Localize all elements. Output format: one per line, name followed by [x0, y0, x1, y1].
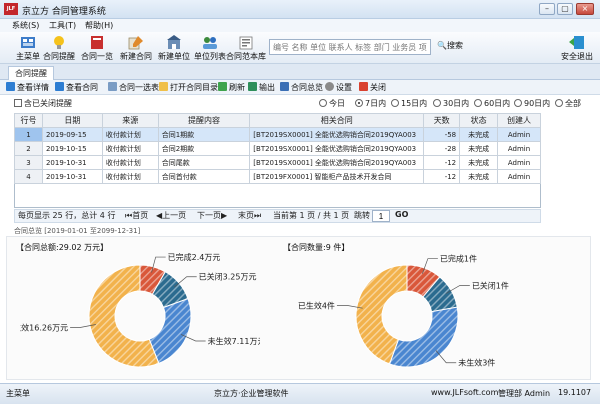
slice-label: 已生效16.26万元	[20, 322, 68, 332]
bell-icon	[50, 35, 68, 50]
status-company: 京立方·企业管理软件	[214, 389, 289, 398]
slice-label: 已完成2.4万元	[168, 252, 221, 262]
toolbar-label: 合同范本库	[226, 52, 266, 61]
table-row[interactable]: 1 2019-09-15 收付款计划 合同1期款 [BT2019SX0001] …	[14, 127, 541, 142]
table-row[interactable]: 3 2019-10-31 收付款计划 合同尾款 [BT2019SX0001] 全…	[14, 155, 541, 170]
template-icon	[237, 35, 255, 50]
new-contract-icon	[127, 35, 145, 50]
go-button[interactable]: GO	[395, 210, 408, 219]
menu-system[interactable]: 系统(S)	[12, 20, 39, 31]
table-header: 行号 日期 来源 提醒内容 相关合同 天数 状态 创建人	[14, 113, 541, 128]
contract-list-button[interactable]: 合同一选表	[108, 82, 159, 93]
slice-label: 未生效3件	[458, 358, 495, 368]
status-user: 管理部 Admin	[498, 389, 551, 398]
toolbar-label: 安全退出	[561, 52, 593, 61]
app-logo: JLF	[4, 3, 18, 15]
amount-donut-chart: 已完成2.4万元已关闭3.25万元未生效7.11万元 已生效16.26万元	[20, 252, 260, 368]
close-window-button[interactable]: ×	[576, 3, 594, 15]
radio-60days[interactable]: 60日内	[474, 98, 510, 109]
radio-today[interactable]: 今日	[319, 98, 345, 109]
page-position: 当前第 1 页 / 共 1 页	[273, 211, 350, 220]
close-button[interactable]: 关闭	[359, 82, 386, 93]
jump-label: 跳转	[354, 211, 370, 220]
exit-icon	[568, 35, 586, 50]
eye-icon	[55, 82, 64, 91]
toolbar-template-library[interactable]: 合同范本库	[224, 33, 268, 63]
stats-range: 合同总览 [2019-01-01 至2099-12-31]	[14, 227, 141, 235]
window-title: 京立方 合同管理系统	[22, 7, 106, 17]
tab-strip	[0, 64, 600, 80]
slice-label: 已完成1件	[440, 254, 477, 264]
status-url[interactable]: www.JLFsoft.com	[431, 388, 498, 397]
count-donut-chart: 已完成1件已关闭1件未生效3件 已生效4件	[298, 254, 509, 368]
next-page-icon: ▶	[221, 211, 228, 220]
tab-contract-reminder[interactable]: 合同提醒	[8, 66, 54, 80]
open-folder-button[interactable]: 打开合同目录	[159, 82, 218, 93]
col-header-content[interactable]: 提醒内容	[157, 113, 251, 128]
col-header-contract[interactable]: 相关合同	[249, 113, 425, 128]
home-icon	[19, 35, 37, 50]
pager-summary: 每页显示 25 行，总计 4 行	[18, 211, 116, 220]
new-company-icon	[165, 35, 183, 50]
col-header-date[interactable]: 日期	[41, 113, 103, 128]
contract-overview-button[interactable]: 合同总览	[280, 82, 323, 93]
search-input[interactable]	[269, 39, 431, 55]
include-closed-checkbox[interactable]: 含已关闭提醒	[14, 98, 72, 109]
menu-help[interactable]: 帮助(H)	[85, 20, 113, 31]
minimize-button[interactable]: –	[539, 3, 555, 15]
list-icon	[108, 82, 117, 91]
radio-15days[interactable]: 15日内	[391, 98, 427, 109]
export-icon	[248, 82, 257, 91]
col-header-status[interactable]: 状态	[459, 113, 499, 128]
status-version: 19.1107	[558, 388, 592, 397]
radio-90days[interactable]: 90日内	[514, 98, 550, 109]
radio-30days[interactable]: 30日内	[433, 98, 469, 109]
last-page-button[interactable]: 末页⏭	[238, 210, 261, 221]
col-header-days[interactable]: 天数	[423, 113, 461, 128]
eye-icon	[6, 82, 15, 91]
gear-icon	[325, 82, 334, 91]
search-icon: 🔍	[437, 41, 447, 50]
company-list-icon	[201, 35, 219, 50]
radio-all[interactable]: 全部	[555, 98, 581, 109]
slice-label: 已关闭1件	[472, 281, 509, 291]
donut-slice[interactable]	[388, 306, 459, 368]
slice-label: 未生效7.11万元	[208, 336, 260, 346]
status-main-menu[interactable]: 主菜单	[6, 388, 30, 399]
slice-label: 已关闭3.25万元	[199, 272, 257, 282]
reminder-table: 行号 日期 来源 提醒内容 相关合同 天数 状态 创建人 1 2019-09-1…	[14, 113, 541, 184]
table-row[interactable]: 2 2019-10-15 收付款计划 合同2期款 [BT2019SX0001] …	[14, 141, 541, 156]
col-header-source[interactable]: 来源	[101, 113, 159, 128]
menu-tools[interactable]: 工具(T)	[49, 20, 76, 31]
exit-button[interactable]: 安全退出	[558, 33, 596, 63]
folder-icon	[159, 82, 168, 91]
first-page-button[interactable]: ⏮首页	[125, 210, 148, 221]
chart-icon	[280, 82, 289, 91]
refresh-button[interactable]: 刷新	[218, 82, 245, 93]
settings-button[interactable]: 设置	[325, 82, 352, 93]
close-icon	[359, 82, 368, 91]
export-button[interactable]: 输出	[248, 82, 275, 93]
col-header-row-no[interactable]: 行号	[14, 113, 43, 128]
last-page-icon: ⏭	[254, 211, 262, 220]
refresh-icon	[218, 82, 227, 91]
jump-page-input[interactable]	[372, 210, 390, 222]
next-page-button[interactable]: 下一页▶	[197, 210, 227, 221]
prev-page-button[interactable]: ◀上一页	[156, 210, 186, 221]
slice-label: 已生效4件	[298, 300, 335, 310]
col-header-creator[interactable]: 创建人	[497, 113, 541, 128]
table-row[interactable]: 4 2019-10-31 收付款计划 合同首付款 [BT2019FX0001] …	[14, 169, 541, 184]
radio-7days[interactable]: 7日内	[355, 98, 386, 109]
view-details-button[interactable]: 查看详情	[6, 82, 49, 93]
book-icon	[88, 35, 106, 50]
view-contract-button[interactable]: 查看合同	[55, 82, 98, 93]
search-button[interactable]: 🔍搜索	[437, 40, 463, 51]
maximize-button[interactable]: ▢	[557, 3, 573, 15]
